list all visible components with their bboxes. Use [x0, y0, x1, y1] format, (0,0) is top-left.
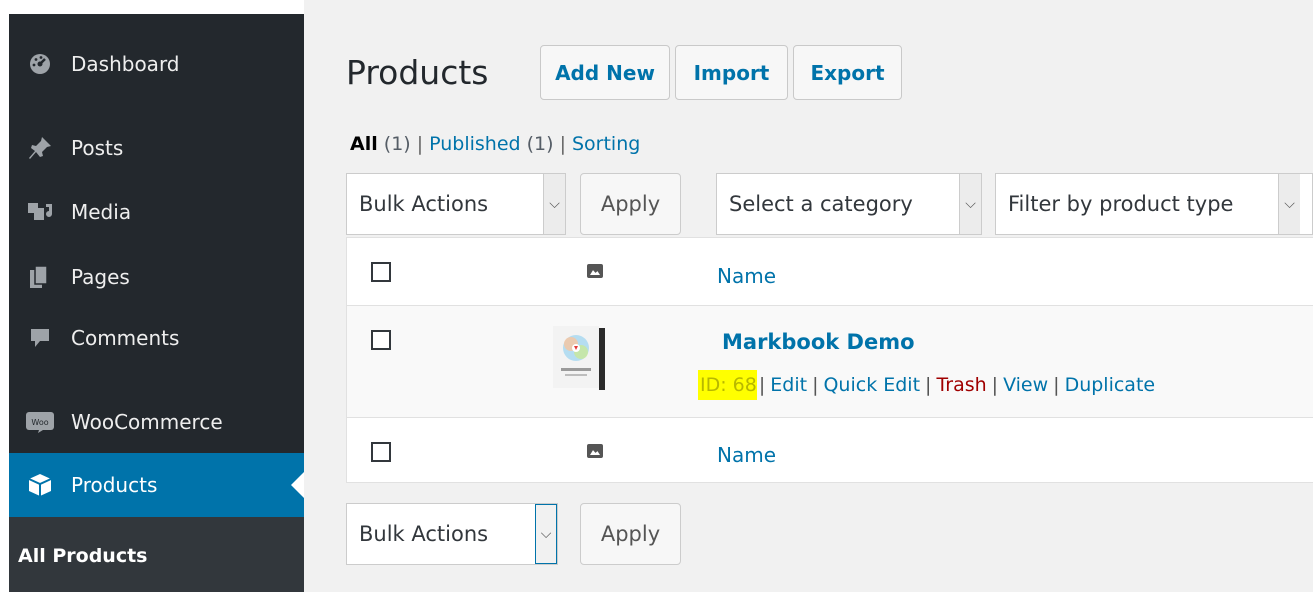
- chevron-down-icon: ⌵: [959, 174, 981, 234]
- product-type-value: Filter by product type: [1008, 192, 1234, 216]
- woocommerce-icon: Woo: [26, 408, 54, 436]
- apply-button[interactable]: Apply: [580, 173, 681, 235]
- apply-button-bottom[interactable]: Apply: [580, 503, 681, 565]
- action-separator: |: [991, 374, 999, 396]
- quick-edit-link[interactable]: Quick Edit: [823, 374, 920, 396]
- row-actions: ID: 68 | Edit | Quick Edit | Trash | Vie…: [698, 370, 1155, 400]
- table-header-row: Name: [347, 238, 1313, 306]
- sidebar-item-label: Comments: [71, 326, 180, 350]
- action-separator: |: [925, 374, 932, 396]
- sidebar-item-comments[interactable]: Comments: [9, 306, 304, 370]
- view-separator: |: [559, 133, 566, 155]
- category-select[interactable]: Select a category ⌵: [716, 173, 982, 235]
- dashboard-icon: [26, 50, 54, 78]
- sidebar-item-label: WooCommerce: [71, 410, 223, 434]
- chevron-down-icon: ⌵: [1278, 174, 1300, 234]
- export-button[interactable]: Export: [793, 45, 902, 100]
- chevron-down-icon: ⌵: [543, 174, 565, 234]
- page-title: Products: [346, 53, 489, 92]
- row-checkbox[interactable]: [371, 330, 391, 350]
- bulk-actions-select[interactable]: Bulk Actions ⌵: [346, 173, 566, 235]
- sidebar-item-label: Dashboard: [71, 52, 180, 76]
- action-separator: |: [758, 374, 766, 396]
- sidebar-item-label: Posts: [71, 136, 124, 160]
- sidebar-item-label: Media: [71, 200, 132, 224]
- view-link[interactable]: View: [1003, 374, 1048, 396]
- add-new-button[interactable]: Add New: [540, 45, 670, 100]
- pages-icon: [26, 263, 54, 291]
- image-icon: [587, 444, 603, 458]
- media-icon: [26, 198, 54, 226]
- sidebar-item-label: Pages: [71, 265, 130, 289]
- view-published-count: (1): [526, 133, 554, 155]
- sidebar-item-media[interactable]: Media: [9, 180, 304, 244]
- view-published-link[interactable]: Published: [429, 133, 520, 155]
- admin-sidebar: Dashboard Posts Media Pages Comments Woo…: [9, 14, 304, 592]
- import-button[interactable]: Import: [675, 45, 788, 100]
- pushpin-icon: [26, 134, 54, 162]
- edit-link[interactable]: Edit: [770, 374, 807, 396]
- comments-icon: [26, 324, 54, 352]
- action-separator: |: [1053, 374, 1060, 396]
- submenu-item-all-products[interactable]: All Products: [18, 545, 147, 567]
- svg-text:Woo: Woo: [31, 418, 48, 427]
- product-id-label: ID: 68: [698, 370, 757, 400]
- products-submenu: All Products: [9, 517, 304, 592]
- sidebar-item-label: Products: [71, 473, 158, 497]
- sidebar-item-woocommerce[interactable]: Woo WooCommerce: [9, 390, 304, 454]
- trash-link[interactable]: Trash: [936, 374, 986, 396]
- product-type-select[interactable]: Filter by product type ⌵: [995, 173, 1313, 235]
- category-value: Select a category: [729, 192, 913, 216]
- select-all-checkbox[interactable]: [371, 262, 391, 282]
- product-thumbnail[interactable]: [547, 322, 611, 396]
- chevron-down-icon: ⌵: [535, 504, 557, 564]
- main-content: Products Add New Import Export All (1) | P…: [304, 0, 1313, 592]
- table-row: Markbook Demo ID: 68 | Edit | Quick Edit…: [347, 306, 1313, 418]
- view-all-count: (1): [383, 133, 411, 155]
- bulk-actions-select-bottom[interactable]: Bulk Actions ⌵: [346, 503, 558, 565]
- column-header-name[interactable]: Name: [717, 264, 776, 288]
- view-sorting-link[interactable]: Sorting: [572, 133, 640, 155]
- sidebar-item-dashboard[interactable]: Dashboard: [9, 32, 304, 96]
- duplicate-link[interactable]: Duplicate: [1065, 374, 1156, 396]
- bulk-actions-value: Bulk Actions: [359, 522, 489, 546]
- product-name-link[interactable]: Markbook Demo: [722, 330, 915, 354]
- view-filters: All (1) | Published (1) | Sorting: [350, 133, 640, 155]
- view-separator: |: [416, 133, 424, 155]
- sidebar-item-posts[interactable]: Posts: [9, 116, 304, 180]
- select-all-checkbox-footer[interactable]: [371, 442, 391, 462]
- products-table: Name Markbook Demo ID: 68 | Edit | Quick…: [346, 237, 1313, 483]
- sidebar-item-pages[interactable]: Pages: [9, 245, 304, 309]
- table-footer-row: Name: [347, 418, 1313, 483]
- products-box-icon: [26, 471, 54, 499]
- view-all-link[interactable]: All: [350, 133, 378, 155]
- action-separator: |: [812, 374, 819, 396]
- sidebar-item-products[interactable]: Products: [9, 453, 304, 517]
- image-icon: [587, 264, 603, 278]
- column-footer-name[interactable]: Name: [717, 443, 776, 467]
- bulk-actions-value: Bulk Actions: [359, 192, 489, 216]
